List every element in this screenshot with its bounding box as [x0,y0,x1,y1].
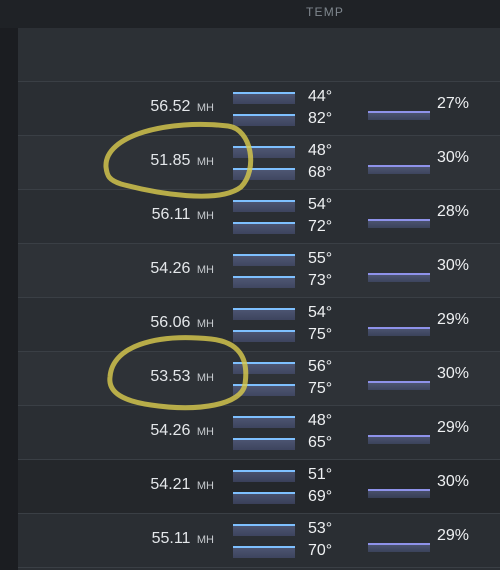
gpu-temp-top: 44° [308,88,333,105]
fan-sparkline [368,111,430,120]
hashrate-value: 56.11 MH [152,206,214,224]
gpu-temp-top: 48° [308,142,333,159]
hashrate-number: 54.26 [150,422,191,439]
hashrate-value: 53.53 MH [150,368,214,386]
fan-percent: 29% [437,311,470,328]
gpu-temp-bottom: 75° [308,380,333,397]
hashrate-number: 54.26 [150,260,191,277]
fan-percent: 30% [437,257,470,274]
temp-sparkline-top [233,254,295,266]
gpu-temp-bottom: 68° [308,164,333,181]
fan-percent: 30% [437,365,470,382]
temp-sparkline-top [233,362,295,374]
table-row: 54.26 MH 48° 65° 29% [18,406,500,460]
hashrate-value: 54.26 MH [150,422,214,440]
gpu-temp-top: 51° [308,466,333,483]
table-row: 56.11 MH 54° 72° 28% [18,190,500,244]
gpu-temp-bottom: 82° [308,110,333,127]
gpu-temp-bottom: 65° [308,434,333,451]
temp-sparkline-bottom [233,114,295,126]
gpu-table: 56.52 MH 44° 82° 27% 51.85 MH 48° 68° 30… [18,28,500,570]
temp-sparkline-bottom [233,168,295,180]
hashrate-unit: MH [196,372,214,384]
temp-sparkline-top [233,524,295,536]
fan-sparkline [368,327,430,336]
fan-percent: 29% [437,527,470,544]
temp-sparkline-top [233,200,295,212]
temp-column-title: TEMP [306,5,345,19]
gpu-temp-top: 48° [308,412,333,429]
hashrate-unit: MH [196,156,214,168]
gpu-temp-bottom: 69° [308,488,333,505]
temp-sparkline-bottom [233,492,295,504]
hashrate-unit: MH [196,318,214,330]
gpu-temp-top: 54° [308,196,333,213]
table-row: 53.53 MH 56° 75° 30% [18,352,500,406]
fan-percent: 28% [437,203,470,220]
table-row: 55.11 MH 53° 70° 29% [18,514,500,568]
gpu-temp-top: 56° [308,358,333,375]
left-sidebar-strip [0,0,18,570]
table-row: 56.06 MH 54° 75° 29% [18,298,500,352]
table-row: 54.26 MH 55° 73° 30% [18,244,500,298]
gpu-temp-bottom: 72° [308,218,333,235]
hashrate-value: 54.21 MH [150,476,214,494]
hashrate-number: 53.53 [150,368,191,385]
hashrate-unit: MH [196,210,214,222]
hashrate-value: 55.11 MH [152,530,214,548]
fan-sparkline [368,489,430,498]
fan-sparkline [368,543,430,552]
temp-sparkline-top [233,146,295,158]
hashrate-number: 56.06 [150,314,191,331]
hashrate-value: 56.06 MH [150,314,214,332]
fan-sparkline [368,165,430,174]
hashrate-unit: MH [196,426,214,438]
fan-percent: 30% [437,473,470,490]
temp-sparkline-bottom [233,384,295,396]
hashrate-value: 54.26 MH [150,260,214,278]
hashrate-number: 56.52 [150,98,191,115]
fan-sparkline [368,273,430,282]
gpu-temp-bottom: 75° [308,326,333,343]
table-header-row [18,28,500,82]
fan-percent: 27% [437,95,470,112]
hashrate-unit: MH [196,264,214,276]
fan-sparkline [368,219,430,228]
hashrate-unit: MH [196,534,214,546]
table-row: 56.52 MH 44° 82° 27% [18,82,500,136]
hashrate-number: 55.11 [151,530,191,547]
hashrate-value: 56.52 MH [150,98,214,116]
temp-sparkline-bottom [233,438,295,450]
temp-sparkline-top [233,470,295,482]
fan-sparkline [368,435,430,444]
temp-sparkline-top [233,416,295,428]
temp-sparkline-bottom [233,276,295,288]
hashrate-value: 51.85 MH [150,152,214,170]
hashrate-number: 51.85 [150,152,191,169]
temp-sparkline-bottom [233,222,295,234]
gpu-temp-top: 55° [308,250,333,267]
hashrate-unit: MH [196,102,214,114]
fan-percent: 30% [437,149,470,166]
fan-percent: 29% [437,419,470,436]
hashrate-number: 56.11 [151,206,191,223]
table-row: 51.85 MH 48° 68° 30% [18,136,500,190]
fan-sparkline [368,381,430,390]
table-row: 54.21 MH 51° 69° 30% [18,460,500,514]
temp-sparkline-bottom [233,330,295,342]
top-header: TEMP [0,0,500,28]
hashrate-number: 54.21 [150,476,191,493]
temp-sparkline-top [233,308,295,320]
gpu-temp-bottom: 73° [308,272,333,289]
gpu-temp-top: 53° [308,520,333,537]
temp-sparkline-top [233,92,295,104]
gpu-dashboard: TEMP 56.52 MH 44° 82° 27% 51.85 MH 48° 6… [0,0,500,570]
gpu-temp-bottom: 70° [308,542,333,559]
gpu-temp-top: 54° [308,304,333,321]
temp-sparkline-bottom [233,546,295,558]
hashrate-unit: MH [196,480,214,492]
